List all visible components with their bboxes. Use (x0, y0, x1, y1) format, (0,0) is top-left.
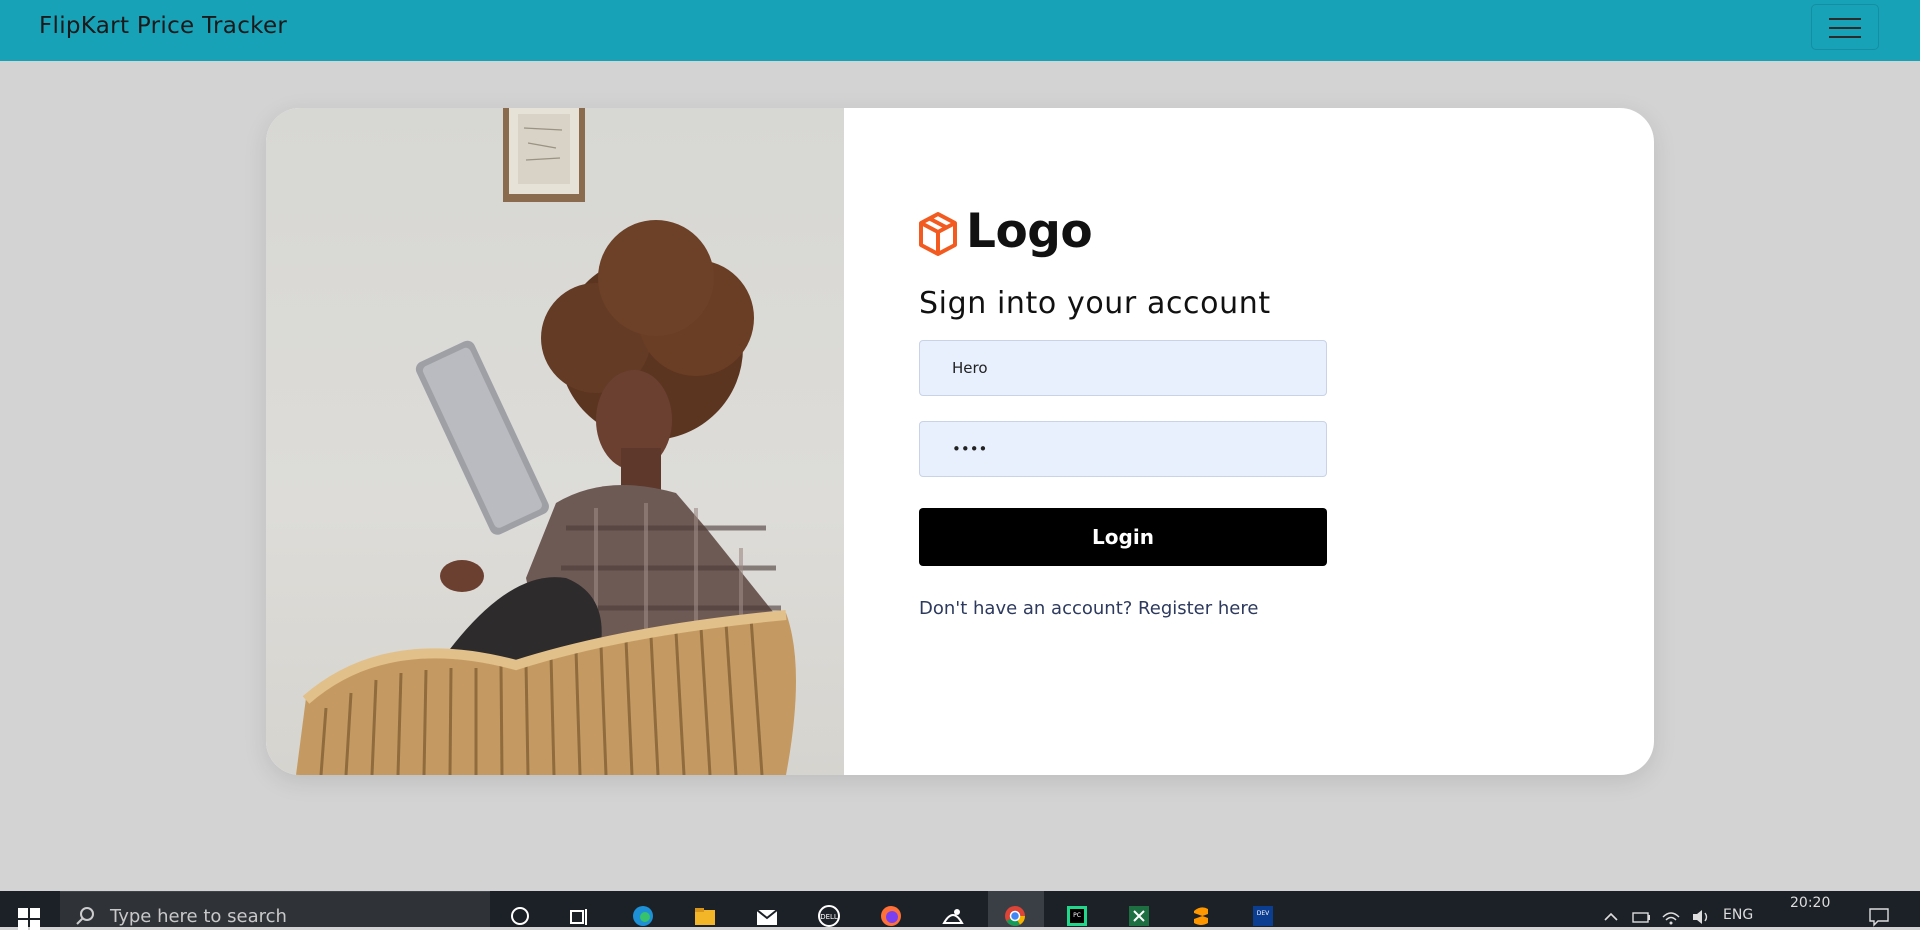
firefox-icon[interactable] (880, 905, 902, 927)
clock-time[interactable]: 20:20 (1790, 895, 1830, 911)
chevron-up-icon[interactable] (1603, 905, 1619, 927)
password-input[interactable] (919, 421, 1327, 477)
sublime-icon[interactable] (1190, 905, 1212, 927)
logo-text: Logo (966, 204, 1093, 259)
page-title: Sign into your account (919, 286, 1271, 321)
register-link-text[interactable]: Don't have an account? Register here (919, 598, 1258, 619)
photos-icon[interactable] (942, 905, 964, 927)
windows-taskbar: Type here to search DELL PC DEV ENG 20:2… (0, 891, 1920, 930)
svg-text:DEV: DEV (1257, 910, 1270, 917)
top-navbar: FlipKart Price Tracker (0, 0, 1920, 61)
search-icon (76, 907, 94, 925)
file-explorer-icon[interactable] (694, 905, 716, 927)
battery-icon[interactable] (1630, 905, 1652, 927)
search-placeholder: Type here to search (110, 906, 287, 927)
notifications-icon[interactable] (1868, 905, 1890, 927)
mail-icon[interactable] (756, 905, 778, 927)
chrome-icon[interactable] (1004, 905, 1026, 927)
cortana-icon[interactable] (509, 905, 531, 927)
login-form: Logo Sign into your account Login Don't … (844, 108, 1654, 775)
language-indicator[interactable]: ENG (1723, 907, 1753, 923)
cube-logo-icon (919, 212, 957, 256)
username-input[interactable] (919, 340, 1327, 396)
woman-reading-tablet-illustration (296, 108, 796, 775)
pycharm-icon[interactable]: PC (1066, 905, 1088, 927)
navbar-brand[interactable]: FlipKart Price Tracker (39, 13, 287, 39)
task-view-icon[interactable] (569, 905, 591, 927)
dell-icon[interactable]: DELL (818, 905, 840, 927)
register-link[interactable]: Don't have an account? Register here (919, 598, 1258, 619)
hamburger-menu-button[interactable] (1811, 4, 1879, 50)
svg-text:DELL: DELL (820, 913, 838, 921)
excel-icon[interactable] (1128, 905, 1150, 927)
edge-icon[interactable] (632, 905, 654, 927)
hamburger-menu-icon (1829, 18, 1861, 20)
dev-icon[interactable]: DEV (1252, 905, 1274, 927)
wifi-icon[interactable] (1660, 905, 1682, 927)
volume-icon[interactable] (1690, 905, 1712, 927)
taskbar-search[interactable]: Type here to search (60, 891, 490, 927)
login-card: Logo Sign into your account Login Don't … (266, 108, 1654, 775)
svg-text:PC: PC (1073, 912, 1081, 919)
login-button[interactable]: Login (919, 508, 1327, 566)
hero-photo (266, 108, 844, 775)
